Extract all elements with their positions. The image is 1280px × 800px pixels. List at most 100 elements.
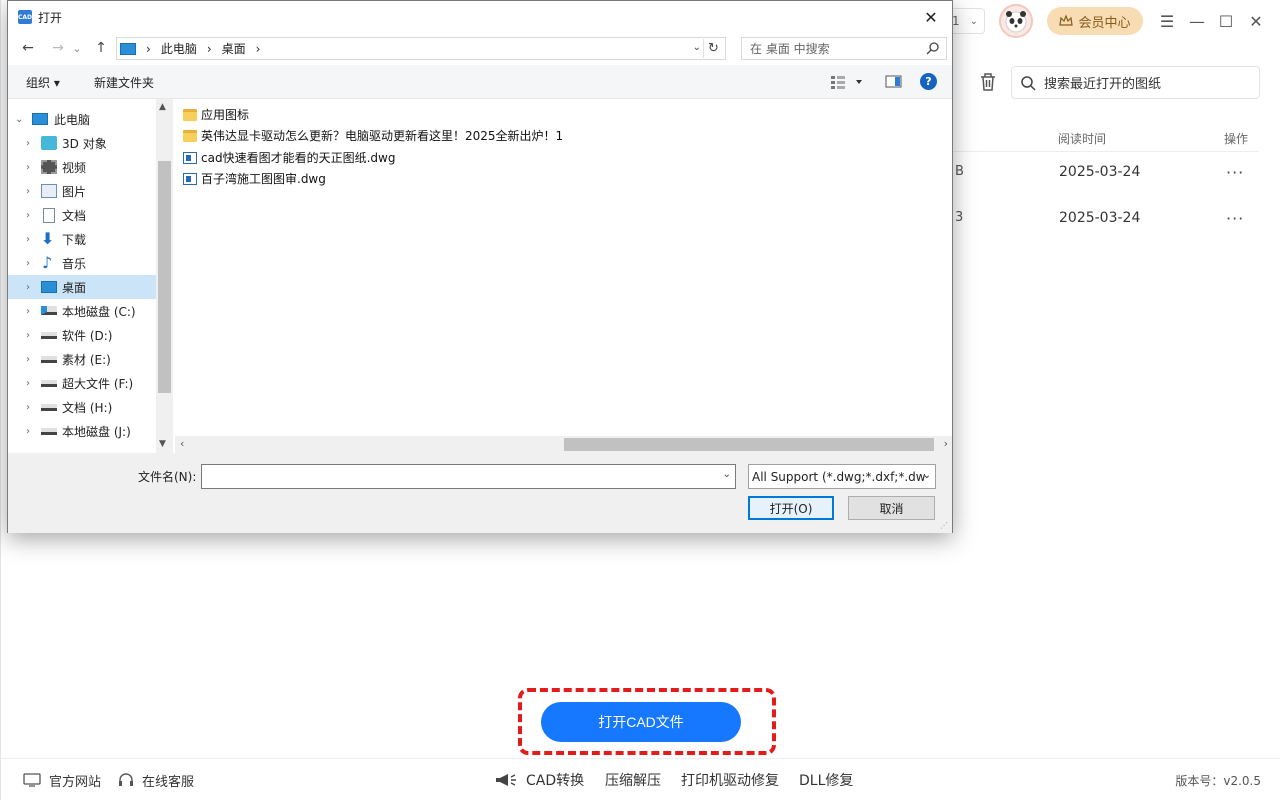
- chevron-right-icon[interactable]: ›: [26, 426, 30, 437]
- breadcrumb-this-pc[interactable]: 此电脑: [161, 40, 197, 57]
- open-button[interactable]: 打开(O): [748, 496, 834, 520]
- chevron-right-icon[interactable]: ›: [26, 186, 30, 197]
- chevron-down-icon[interactable]: ⌄: [723, 469, 731, 480]
- tree-item-desktop[interactable]: › 桌面: [8, 275, 156, 299]
- tree-item-drive-j[interactable]: › 本地磁盘 (J:): [8, 419, 156, 443]
- navigation-tree: ⌄ 此电脑 › 3D 对象 › 视频 › 图片 › 文档 › ⬇ 下载 › ♪ …: [8, 99, 174, 454]
- filename-input[interactable]: ⌄: [201, 464, 736, 489]
- close-icon[interactable]: ✕: [1245, 10, 1267, 32]
- folder-search-input[interactable]: 在 桌面 中搜索: [741, 37, 947, 60]
- recent-locations-icon[interactable]: ⌄: [71, 37, 83, 59]
- chevron-right-icon[interactable]: ›: [26, 138, 30, 149]
- tree-item-documents[interactable]: › 文档: [8, 203, 156, 227]
- chevron-right-icon[interactable]: ›: [26, 378, 30, 389]
- dialog-title-bar[interactable]: CAD 打开 ✕: [8, 1, 952, 33]
- preview-pane-icon[interactable]: [885, 74, 903, 90]
- trash-icon[interactable]: [977, 70, 999, 94]
- file-list-scrollbar-thumb[interactable]: [564, 438, 934, 451]
- tree-item-drive-c[interactable]: › 本地磁盘 (C:): [8, 299, 156, 323]
- chevron-right-icon[interactable]: ›: [26, 402, 30, 413]
- list-item[interactable]: 英伟达显卡驱动怎么更新？电脑驱动更新看这里！2025全新出炉！1: [183, 125, 563, 146]
- tree-item-downloads[interactable]: › ⬇ 下载: [8, 227, 156, 251]
- chevron-right-icon[interactable]: ›: [26, 354, 30, 365]
- header-divider: [953, 151, 1259, 152]
- open-cad-file-button[interactable]: 打开CAD文件: [541, 702, 741, 742]
- address-dropdown-icon[interactable]: ⌄: [693, 42, 701, 53]
- tree-item-pictures[interactable]: › 图片: [8, 179, 156, 203]
- tree-item-music[interactable]: › ♪ 音乐: [8, 251, 156, 275]
- file-list-scrollbar[interactable]: ‹ ›: [175, 436, 952, 453]
- tree-item-3d-objects[interactable]: › 3D 对象: [8, 131, 156, 155]
- compress-link[interactable]: 压缩解压: [605, 759, 661, 800]
- video-icon: [41, 160, 57, 174]
- view-options-icon[interactable]: [830, 74, 868, 90]
- help-icon[interactable]: ?: [920, 73, 937, 90]
- tree-item-drive-h[interactable]: › 文档 (H:): [8, 395, 156, 419]
- tree-scrollbar-thumb[interactable]: [158, 161, 171, 393]
- chevron-right-icon[interactable]: ›: [26, 282, 30, 293]
- chevron-right-icon[interactable]: ›: [26, 234, 30, 245]
- version-select[interactable]: 1 ⌄: [952, 8, 985, 34]
- footer: 官方网站 在线客服 CAD转换 压缩解压 打印机驱动修复 DLL修复 版本号：v…: [1, 758, 1280, 800]
- refresh-icon[interactable]: ↻: [703, 39, 723, 58]
- row-1-size: B: [955, 164, 964, 179]
- tree-scrollbar[interactable]: ▲ ▼: [156, 99, 173, 454]
- chevron-right-icon[interactable]: ›: [26, 258, 30, 269]
- resize-grip-icon[interactable]: ⋰: [940, 521, 950, 531]
- dll-fix-link[interactable]: DLL修复: [799, 759, 853, 800]
- scroll-up-icon[interactable]: ▲: [159, 102, 166, 112]
- folder-search-placeholder: 在 桌面 中搜索: [750, 42, 830, 56]
- avatar[interactable]: [999, 4, 1033, 38]
- row-2-more-icon[interactable]: ···: [1226, 209, 1244, 228]
- list-item[interactable]: cad快速看图才能看的天正图纸.dwg: [183, 147, 395, 168]
- maximize-icon[interactable]: ☐: [1215, 10, 1237, 32]
- chevron-right-icon[interactable]: ›: [26, 162, 30, 173]
- cancel-button[interactable]: 取消: [848, 496, 935, 520]
- drive-icon: [41, 428, 57, 435]
- new-folder-button[interactable]: 新建文件夹: [94, 74, 154, 91]
- scroll-left-icon[interactable]: ‹: [180, 437, 184, 450]
- headset-icon: [119, 773, 133, 786]
- file-list: 应用图标 英伟达显卡驱动怎么更新？电脑驱动更新看这里！2025全新出炉！1 ca…: [175, 99, 952, 436]
- dialog-close-button[interactable]: ✕: [918, 5, 944, 29]
- megaphone-icon: [496, 774, 516, 786]
- open-file-dialog: CAD 打开 ✕ ← → ⌄ ↑ › 此电脑 › 桌面 › ⌄ ↻ 在 桌面 中…: [7, 0, 953, 533]
- up-icon[interactable]: ↑: [91, 37, 111, 59]
- online-support-link[interactable]: 在线客服: [118, 759, 194, 800]
- address-bar[interactable]: › 此电脑 › 桌面 › ⌄ ↻: [116, 37, 726, 60]
- printer-driver-fix-link[interactable]: 打印机驱动修复: [681, 759, 779, 800]
- recent-search-input[interactable]: 搜索最近打开的图纸: [1011, 66, 1260, 99]
- scroll-right-icon[interactable]: ›: [944, 437, 948, 450]
- tree-item-videos[interactable]: › 视频: [8, 155, 156, 179]
- scroll-down-icon[interactable]: ▼: [159, 439, 166, 449]
- cad-convert-link[interactable]: CAD转换: [494, 759, 584, 800]
- chevron-right-icon[interactable]: ›: [26, 330, 30, 341]
- column-action: 操作: [1224, 132, 1249, 146]
- back-icon[interactable]: ←: [18, 37, 38, 59]
- vip-center-button[interactable]: 会员中心: [1047, 7, 1143, 35]
- list-item[interactable]: 百子湾施工图图审.dwg: [183, 168, 326, 189]
- file-type-select[interactable]: All Support (*.dwg;*.dxf;*.dw ⌄: [748, 464, 936, 489]
- tree-item-drive-f[interactable]: › 超大文件 (F:): [8, 371, 156, 395]
- official-website-link[interactable]: 官方网站: [23, 759, 101, 800]
- column-read-time[interactable]: 阅读时间: [1058, 130, 1106, 147]
- monitor-icon: [23, 773, 41, 787]
- breadcrumb-desktop[interactable]: 桌面: [222, 40, 246, 57]
- expanded-chevron-icon[interactable]: ⌄: [15, 114, 23, 125]
- tree-item-drive-e[interactable]: › 素材 (E:): [8, 347, 156, 371]
- tree-item-drive-d[interactable]: › 软件 (D:): [8, 323, 156, 347]
- chevron-right-icon[interactable]: ›: [26, 210, 30, 221]
- forward-icon[interactable]: →: [48, 37, 68, 59]
- pc-icon: [32, 113, 48, 125]
- list-item[interactable]: 应用图标: [183, 104, 249, 125]
- organize-button[interactable]: 组织 ▾: [26, 74, 60, 91]
- search-icon: [1021, 75, 1036, 91]
- drive-icon: [41, 404, 57, 411]
- row-1-more-icon[interactable]: ···: [1226, 163, 1244, 182]
- tree-item-this-pc[interactable]: ⌄ 此电脑: [8, 107, 156, 131]
- menu-icon[interactable]: ☰: [1156, 10, 1178, 32]
- file-name: 百子湾施工图图审.dwg: [201, 172, 326, 186]
- row-2-size: 3: [955, 210, 964, 225]
- minimize-icon[interactable]: —: [1186, 10, 1208, 32]
- chevron-right-icon[interactable]: ›: [26, 306, 30, 317]
